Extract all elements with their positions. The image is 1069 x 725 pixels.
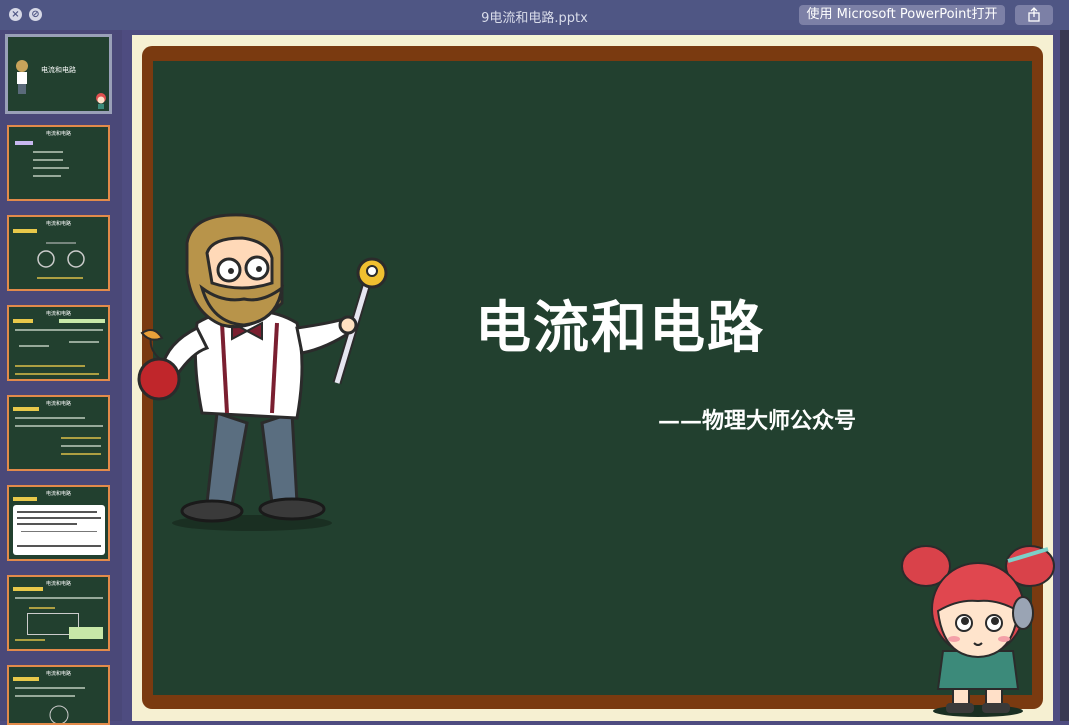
thumbnail-title: 电流和电路 <box>45 491 71 497</box>
slide-thumbnail-4[interactable]: 电流和电路 <box>7 305 110 381</box>
electroscope-diagram-thumb <box>37 242 85 268</box>
slide-thumbnail-sidebar[interactable]: 电流和电路 电流和电路 电流和电路 电流和电路 电流和电路 电流和电路 电流和电… <box>0 30 122 725</box>
title-bar: × ⊘ 9电流和电路.pptx 使用 Microsoft PowerPoint打… <box>0 0 1069 30</box>
share-button[interactable] <box>1015 5 1053 25</box>
thumbnail-title: 电流和电路 <box>45 131 71 137</box>
slide-thumbnail-2[interactable]: 电流和电路 <box>7 125 110 201</box>
thumbnail-title: 电流和电路 <box>45 671 71 677</box>
girl-illustration-thumb <box>96 93 106 109</box>
professor-illustration <box>137 213 388 531</box>
thumbnail-title: 电流和电路 <box>45 221 71 227</box>
question-box-thumb <box>13 505 105 555</box>
slide-canvas: 电流和电路 ——物理大师公众号 <box>132 35 1055 721</box>
thumbnail-title: 电流和电路 <box>45 311 71 317</box>
circuit-diagram-thumb <box>49 705 69 723</box>
slide-thumbnail-6[interactable]: 电流和电路 <box>7 485 110 561</box>
slide-subtitle: ——物理大师公众号 <box>658 408 857 434</box>
open-in-powerpoint-button[interactable]: 使用 Microsoft PowerPoint打开 <box>799 5 1005 25</box>
thumbnail-title: 电流和电路 <box>45 581 71 587</box>
window-edge <box>1060 30 1069 721</box>
slide-title: 电流和电路 <box>475 295 765 361</box>
slide-thumbnail-8[interactable]: 电流和电路 <box>7 665 110 725</box>
share-icon <box>1028 7 1040 22</box>
slide-thumbnail-3[interactable]: 电流和电路 <box>7 215 110 291</box>
professor-illustration-thumb <box>16 60 28 94</box>
thumbnail-title: 电流和电路 <box>45 401 71 407</box>
girl-mascot-illustration <box>901 545 1055 717</box>
slide-thumbnail-1[interactable]: 电流和电路 <box>5 34 112 114</box>
slide-thumbnail-7[interactable]: 电流和电路 <box>7 575 110 651</box>
slide-thumbnail-5[interactable]: 电流和电路 <box>7 395 110 471</box>
